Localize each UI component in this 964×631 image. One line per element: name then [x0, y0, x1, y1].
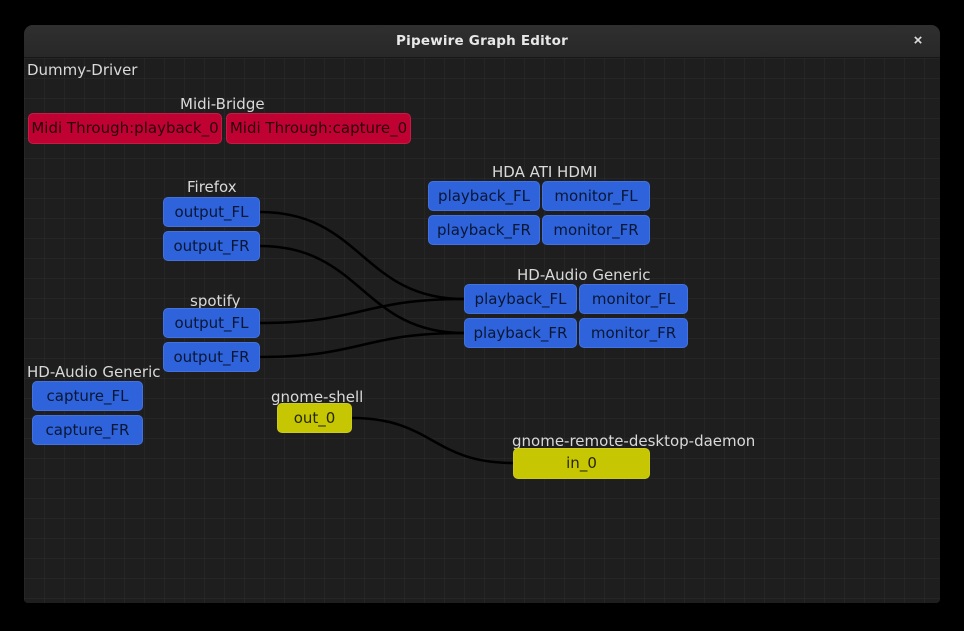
- graph-canvas[interactable]: Dummy-Driver Midi-BridgeMidi Through:play…: [24, 58, 940, 603]
- port-hd-audio-generic-capture-fl[interactable]: capture_FL: [32, 381, 143, 411]
- port-spotify-output-fl[interactable]: output_FL: [163, 308, 260, 338]
- node-label-hd-audio-generic[interactable]: HD-Audio Generic: [517, 266, 650, 284]
- port-hd-audio-generic-capture-fr[interactable]: capture_FR: [32, 415, 143, 445]
- port-midi-bridge-midi-through-playback-0[interactable]: Midi Through:playback_0: [28, 113, 222, 144]
- port-hd-audio-generic-playback-fl[interactable]: playback_FL: [464, 284, 577, 314]
- port-gnome-remote-desktop-daemon-in-0[interactable]: in_0: [513, 448, 650, 479]
- port-hda-ati-hdmi-monitor-fr[interactable]: monitor_FR: [542, 215, 650, 245]
- port-midi-bridge-midi-through-capture-0[interactable]: Midi Through:capture_0: [226, 113, 411, 144]
- link-curve-spotify-output-fl-to-hd-audio-generic-playback-fl[interactable]: [260, 299, 464, 323]
- close-icon[interactable]: ×: [906, 29, 930, 53]
- desktop-background: Pipewire Graph Editor × Dummy-Driver Midi…: [0, 0, 964, 631]
- node-label-hd-audio-generic[interactable]: HD-Audio Generic: [27, 363, 160, 381]
- link-curve-firefox-output-fr-to-hd-audio-generic-playback-fr[interactable]: [260, 246, 464, 333]
- port-hda-ati-hdmi-playback-fl[interactable]: playback_FL: [428, 181, 540, 211]
- port-hda-ati-hdmi-monitor-fl[interactable]: monitor_FL: [542, 181, 650, 211]
- link-curve-spotify-output-fr-to-hd-audio-generic-playback-fr[interactable]: [260, 333, 464, 357]
- port-hd-audio-generic-playback-fr[interactable]: playback_FR: [464, 318, 577, 348]
- node-label-midi-bridge[interactable]: Midi-Bridge: [180, 95, 265, 113]
- port-hd-audio-generic-monitor-fr[interactable]: monitor_FR: [579, 318, 688, 348]
- port-hda-ati-hdmi-playback-fr[interactable]: playback_FR: [428, 215, 540, 245]
- port-firefox-output-fr[interactable]: output_FR: [163, 231, 260, 261]
- node-label-dummy-driver[interactable]: Dummy-Driver: [27, 61, 137, 79]
- node-label-firefox[interactable]: Firefox: [187, 178, 237, 196]
- port-firefox-output-fl[interactable]: output_FL: [163, 197, 260, 227]
- window-title: Pipewire Graph Editor: [396, 33, 568, 49]
- port-hd-audio-generic-monitor-fl[interactable]: monitor_FL: [579, 284, 688, 314]
- link-curve-gnome-shell-out-0-to-gnome-remote-desktop-daemon-in-0[interactable]: [352, 418, 513, 463]
- node-label-hda-ati-hdmi[interactable]: HDA ATI HDMI: [492, 163, 597, 181]
- port-gnome-shell-out-0[interactable]: out_0: [277, 403, 352, 433]
- titlebar[interactable]: Pipewire Graph Editor ×: [24, 25, 940, 58]
- pipewire-graph-editor-window: Pipewire Graph Editor × Dummy-Driver Midi…: [24, 25, 940, 603]
- port-spotify-output-fr[interactable]: output_FR: [163, 342, 260, 372]
